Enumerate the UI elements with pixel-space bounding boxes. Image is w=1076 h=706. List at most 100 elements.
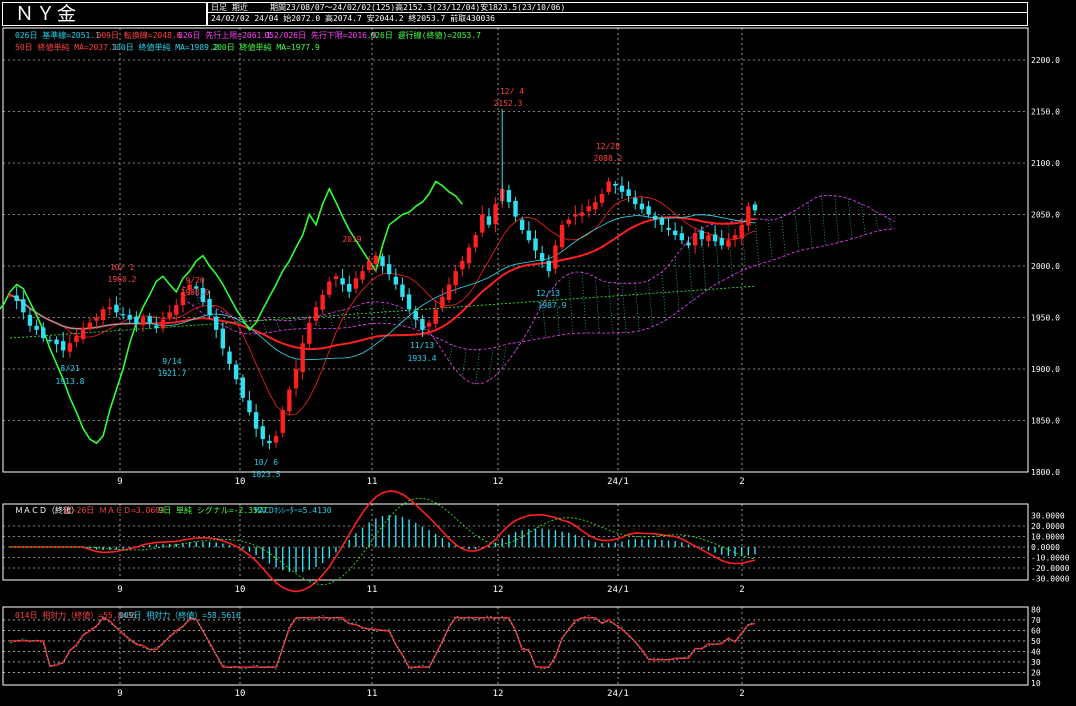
cloud-hatch [488,348,494,381]
candle-body [480,214,485,233]
candle-body [619,185,625,192]
candle-body [633,197,638,205]
candle-body [460,260,465,270]
cloud-hatch [275,320,281,332]
candle-body [80,327,86,340]
candle-body [533,238,538,251]
candle-body [706,235,711,242]
candle-body [134,316,139,324]
chart-annotation: 10/ 6 [254,458,278,467]
candle-body [94,317,99,321]
y-tick-label: 1850.0 [1031,417,1060,426]
candle-body [7,294,13,296]
cloud-hatch [462,348,467,378]
rsi9-line [9,615,756,670]
cloud-hatch [781,216,786,257]
candle-body [300,343,305,373]
candle-body [679,233,685,241]
candle-body [74,336,79,343]
chart-annotation: 8/21 [60,364,79,373]
y-tick-label: 1900.0 [1031,365,1060,374]
candle-body [393,276,399,285]
candle-body [506,189,512,203]
candle-body [280,410,285,433]
cloud-hatch [648,280,653,329]
candle-body [699,230,704,240]
candle-body [174,305,179,315]
x-tick-label: 12 [493,689,504,699]
cloud-hatch [807,202,813,249]
candle-body [67,343,73,352]
candle-body [386,264,392,275]
candle-body [493,204,498,225]
candle-body [333,276,339,279]
rsi-tick-label: 80 [1031,605,1041,614]
rsi-tick-label: 10 [1031,679,1041,688]
x-tick-label: 10 [235,477,246,487]
candle-body [486,216,492,225]
legend-ma-item: 100日 終値単純 MA=1989.2 [111,42,219,52]
x-tick-label: 11 [367,585,378,595]
macd-tick-label: -20.0000 [1031,564,1070,573]
cloud-hatch [395,305,401,325]
y-tick-label: 2100.0 [1031,159,1060,168]
candle-body [672,230,678,236]
x-tick-label: 12 [493,477,504,487]
cloud-hatch [688,240,693,304]
chart-annotation: 1988.9 [181,288,210,297]
cloud-hatch [834,195,840,244]
candle-body [400,284,405,297]
chart-annotation: 9/14 [162,357,181,366]
candle-body [347,283,352,292]
chart-annotation: 2088.2 [594,154,623,163]
candle-body [446,284,452,300]
candle-body [307,322,312,344]
candle-body [380,256,385,266]
candle-body [340,278,345,285]
legend-ichimoku-item: 026日 先行上限=2061.1 [178,30,271,40]
y-tick-label: 2050.0 [1031,211,1060,220]
x-tick-label: 24/1 [607,585,629,595]
candle-body [34,325,39,330]
cloud-hatch [768,220,773,262]
chart-canvas: 2200.0 2150.0 2100.0 2050.0 2000.0 1950.0 1900… [0,27,1070,699]
candle-body [61,341,66,351]
candle-body [593,202,598,210]
y-tick-label: 1950.0 [1031,314,1060,323]
y-tick-label: 1800.0 [1031,468,1060,477]
chart-annotation: 1921.7 [158,369,187,378]
x-tick-label: 10 [235,689,246,699]
candle-body [207,298,212,316]
candle-body [147,316,152,323]
candle-body [559,224,565,248]
candle-body [287,389,292,412]
kijun-line [9,214,756,361]
cloud-hatch [635,283,640,332]
indicator-lines [0,180,756,445]
candle-body [473,235,478,248]
candle-body [100,309,106,320]
candle-body [746,206,751,226]
candle-body [167,312,172,318]
legends: 026日 基準線=2051.1009日 転換線=2048.6026日 先行上限=… [15,30,481,620]
candle-body [573,214,578,217]
candle-body [253,412,259,429]
cloud-hatch [728,222,733,278]
legend-ichimoku-item: 026日 遅行線(終値)=2053.7 [370,30,481,40]
candle-body [273,435,279,443]
cloud-hatch [475,349,480,384]
chart-annotation: 1933.4 [408,354,437,363]
chart-annotation: 10/ 1 [110,263,134,272]
x-tick-label: 24/1 [607,689,629,699]
candle-body [659,218,665,225]
candle-body [293,369,299,389]
candle-body [453,271,458,286]
candle-body [120,314,126,316]
cloud-hatch [528,329,534,341]
chart-annotation: 1987.9 [538,301,567,310]
cloud-hatch [302,319,307,329]
chart-annotation: 1960.2 [108,275,137,284]
x-tick-label: 2 [739,689,744,699]
x-tick-label: 9 [117,477,122,487]
candle-body [566,219,571,225]
